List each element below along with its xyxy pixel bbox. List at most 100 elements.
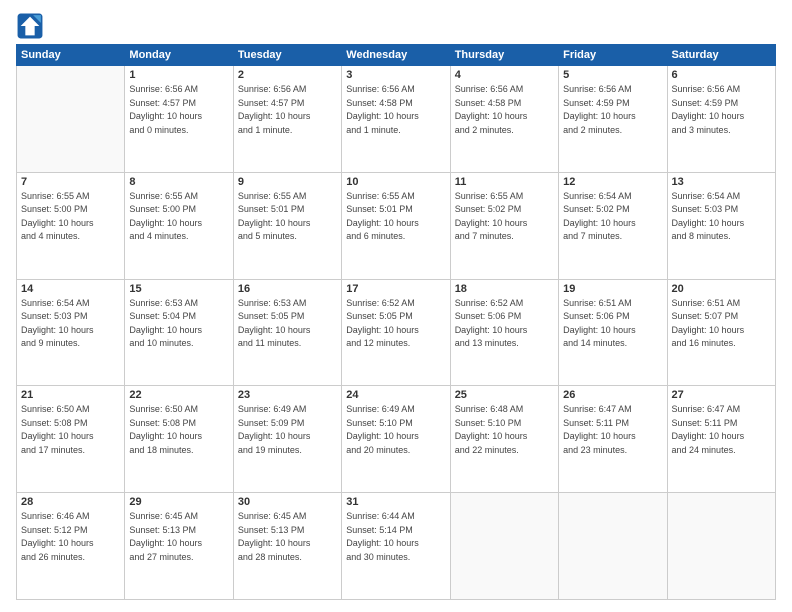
day-number: 29	[129, 496, 228, 508]
calendar-table: SundayMondayTuesdayWednesdayThursdayFrid…	[16, 44, 776, 600]
day-number: 31	[346, 496, 445, 508]
calendar-cell	[17, 66, 125, 173]
day-info: Sunrise: 6:50 AM Sunset: 5:08 PM Dayligh…	[129, 403, 228, 457]
day-number: 9	[238, 176, 337, 188]
day-info: Sunrise: 6:53 AM Sunset: 5:05 PM Dayligh…	[238, 297, 337, 351]
day-number: 7	[21, 176, 120, 188]
logo-icon	[16, 12, 44, 40]
calendar-header: SundayMondayTuesdayWednesdayThursdayFrid…	[17, 45, 776, 66]
calendar-cell: 22 Sunrise: 6:50 AM Sunset: 5:08 PM Dayli…	[125, 386, 233, 493]
calendar-cell: 11 Sunrise: 6:55 AM Sunset: 5:02 PM Dayli…	[450, 172, 558, 279]
calendar-body: 1 Sunrise: 6:56 AM Sunset: 4:57 PM Daylig…	[17, 66, 776, 600]
day-info: Sunrise: 6:44 AM Sunset: 5:14 PM Dayligh…	[346, 510, 445, 564]
calendar-cell: 8Sunrise: 6:55 AM Sunset: 5:00 PM Daylig…	[125, 172, 233, 279]
calendar-cell: 24 Sunrise: 6:49 AM Sunset: 5:10 PM Dayli…	[342, 386, 450, 493]
day-number: 22	[129, 389, 228, 401]
calendar-cell: 27 Sunrise: 6:47 AM Sunset: 5:11 PM Dayli…	[667, 386, 775, 493]
day-number: 1	[129, 69, 228, 81]
day-number: 8	[129, 176, 228, 188]
day-info: Sunrise: 6:56 AM Sunset: 4:57 PM Dayligh…	[238, 83, 337, 137]
day-number: 24	[346, 389, 445, 401]
day-number: 14	[21, 283, 120, 295]
day-info: Sunrise: 6:54 AM Sunset: 5:03 PM Dayligh…	[672, 190, 771, 244]
calendar-cell: 10Sunrise: 6:55 AM Sunset: 5:01 PM Dayli…	[342, 172, 450, 279]
calendar-cell: 19 Sunrise: 6:51 AM Sunset: 5:06 PM Dayli…	[559, 279, 667, 386]
day-info: Sunrise: 6:56 AM Sunset: 4:59 PM Dayligh…	[672, 83, 771, 137]
calendar-cell	[667, 493, 775, 600]
day-info: Sunrise: 6:47 AM Sunset: 5:11 PM Dayligh…	[672, 403, 771, 457]
day-info: Sunrise: 6:55 AM Sunset: 5:02 PM Dayligh…	[455, 190, 554, 244]
calendar-cell: 23 Sunrise: 6:49 AM Sunset: 5:09 PM Dayli…	[233, 386, 341, 493]
day-number: 18	[455, 283, 554, 295]
day-number: 16	[238, 283, 337, 295]
calendar-cell: 21Sunrise: 6:50 AM Sunset: 5:08 PM Dayli…	[17, 386, 125, 493]
day-info: Sunrise: 6:45 AM Sunset: 5:13 PM Dayligh…	[129, 510, 228, 564]
day-info: Sunrise: 6:51 AM Sunset: 5:06 PM Dayligh…	[563, 297, 662, 351]
day-number: 20	[672, 283, 771, 295]
weekday-saturday: Saturday	[667, 45, 775, 66]
day-info: Sunrise: 6:45 AM Sunset: 5:13 PM Dayligh…	[238, 510, 337, 564]
weekday-monday: Monday	[125, 45, 233, 66]
weekday-sunday: Sunday	[17, 45, 125, 66]
day-number: 23	[238, 389, 337, 401]
day-number: 21	[21, 389, 120, 401]
day-info: Sunrise: 6:56 AM Sunset: 4:58 PM Dayligh…	[346, 83, 445, 137]
day-info: Sunrise: 6:55 AM Sunset: 5:01 PM Dayligh…	[238, 190, 337, 244]
calendar-cell: 15Sunrise: 6:53 AM Sunset: 5:04 PM Dayli…	[125, 279, 233, 386]
day-info: Sunrise: 6:48 AM Sunset: 5:10 PM Dayligh…	[455, 403, 554, 457]
calendar-cell: 5Sunrise: 6:56 AM Sunset: 4:59 PM Daylig…	[559, 66, 667, 173]
calendar-cell: 4 Sunrise: 6:56 AM Sunset: 4:58 PM Daylig…	[450, 66, 558, 173]
day-number: 11	[455, 176, 554, 188]
calendar-cell: 28Sunrise: 6:46 AM Sunset: 5:12 PM Dayli…	[17, 493, 125, 600]
calendar-cell: 29 Sunrise: 6:45 AM Sunset: 5:13 PM Dayli…	[125, 493, 233, 600]
day-info: Sunrise: 6:55 AM Sunset: 5:00 PM Dayligh…	[21, 190, 120, 244]
calendar-cell: 13 Sunrise: 6:54 AM Sunset: 5:03 PM Dayli…	[667, 172, 775, 279]
day-number: 27	[672, 389, 771, 401]
day-info: Sunrise: 6:49 AM Sunset: 5:09 PM Dayligh…	[238, 403, 337, 457]
day-number: 19	[563, 283, 662, 295]
calendar-cell: 31 Sunrise: 6:44 AM Sunset: 5:14 PM Dayli…	[342, 493, 450, 600]
day-number: 4	[455, 69, 554, 81]
weekday-tuesday: Tuesday	[233, 45, 341, 66]
day-number: 17	[346, 283, 445, 295]
day-number: 3	[346, 69, 445, 81]
calendar-cell: 7 Sunrise: 6:55 AM Sunset: 5:00 PM Daylig…	[17, 172, 125, 279]
day-number: 28	[21, 496, 120, 508]
weekday-header-row: SundayMondayTuesdayWednesdayThursdayFrid…	[17, 45, 776, 66]
calendar-cell: 16 Sunrise: 6:53 AM Sunset: 5:05 PM Dayli…	[233, 279, 341, 386]
weekday-friday: Friday	[559, 45, 667, 66]
calendar-cell: 18 Sunrise: 6:52 AM Sunset: 5:06 PM Dayli…	[450, 279, 558, 386]
calendar-week-1: 7 Sunrise: 6:55 AM Sunset: 5:00 PM Daylig…	[17, 172, 776, 279]
day-info: Sunrise: 6:56 AM Sunset: 4:59 PM Dayligh…	[563, 83, 662, 137]
header	[16, 12, 776, 40]
day-number: 26	[563, 389, 662, 401]
calendar-cell: 1 Sunrise: 6:56 AM Sunset: 4:57 PM Daylig…	[125, 66, 233, 173]
weekday-wednesday: Wednesday	[342, 45, 450, 66]
calendar-week-4: 28Sunrise: 6:46 AM Sunset: 5:12 PM Dayli…	[17, 493, 776, 600]
calendar-cell: 3 Sunrise: 6:56 AM Sunset: 4:58 PM Daylig…	[342, 66, 450, 173]
calendar-cell: 25 Sunrise: 6:48 AM Sunset: 5:10 PM Dayli…	[450, 386, 558, 493]
calendar-cell: 20Sunrise: 6:51 AM Sunset: 5:07 PM Dayli…	[667, 279, 775, 386]
calendar-cell: 2 Sunrise: 6:56 AM Sunset: 4:57 PM Daylig…	[233, 66, 341, 173]
calendar-cell	[450, 493, 558, 600]
calendar-cell: 26Sunrise: 6:47 AM Sunset: 5:11 PM Dayli…	[559, 386, 667, 493]
calendar-cell: 6Sunrise: 6:56 AM Sunset: 4:59 PM Daylig…	[667, 66, 775, 173]
day-info: Sunrise: 6:56 AM Sunset: 4:57 PM Dayligh…	[129, 83, 228, 137]
day-number: 25	[455, 389, 554, 401]
day-info: Sunrise: 6:53 AM Sunset: 5:04 PM Dayligh…	[129, 297, 228, 351]
logo	[16, 12, 48, 40]
day-number: 13	[672, 176, 771, 188]
calendar-cell: 14Sunrise: 6:54 AM Sunset: 5:03 PM Dayli…	[17, 279, 125, 386]
calendar-week-0: 1 Sunrise: 6:56 AM Sunset: 4:57 PM Daylig…	[17, 66, 776, 173]
calendar-cell: 17Sunrise: 6:52 AM Sunset: 5:05 PM Dayli…	[342, 279, 450, 386]
day-info: Sunrise: 6:54 AM Sunset: 5:02 PM Dayligh…	[563, 190, 662, 244]
weekday-thursday: Thursday	[450, 45, 558, 66]
day-info: Sunrise: 6:49 AM Sunset: 5:10 PM Dayligh…	[346, 403, 445, 457]
calendar-cell: 12Sunrise: 6:54 AM Sunset: 5:02 PM Dayli…	[559, 172, 667, 279]
day-info: Sunrise: 6:56 AM Sunset: 4:58 PM Dayligh…	[455, 83, 554, 137]
calendar-week-2: 14Sunrise: 6:54 AM Sunset: 5:03 PM Dayli…	[17, 279, 776, 386]
day-info: Sunrise: 6:52 AM Sunset: 5:06 PM Dayligh…	[455, 297, 554, 351]
calendar-cell	[559, 493, 667, 600]
day-number: 2	[238, 69, 337, 81]
day-number: 30	[238, 496, 337, 508]
